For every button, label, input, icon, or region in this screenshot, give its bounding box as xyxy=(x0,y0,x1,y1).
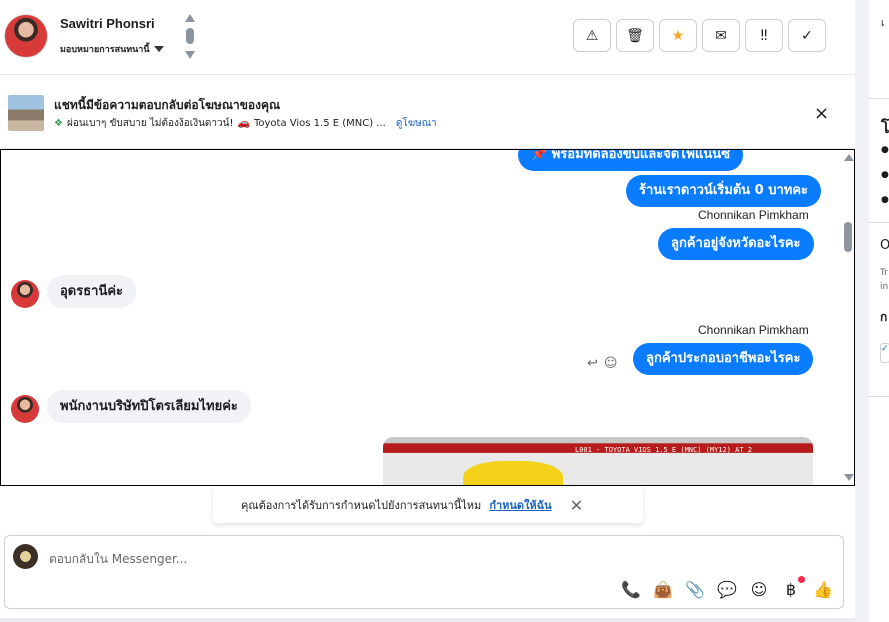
warning-icon: ⚠ xyxy=(585,27,599,44)
location-icon: ● xyxy=(881,195,889,205)
contact-avatar-small[interactable] xyxy=(11,395,39,423)
react-icon[interactable]: ☺ xyxy=(604,356,618,371)
details-label: เ xyxy=(881,18,885,29)
conversation-header: Sawitri Phonsri มอบหมายการสนทนานี้ ⚠ 🗑 ★… xyxy=(0,0,855,75)
bottom-divider xyxy=(0,618,855,622)
ad-thumbnail[interactable] xyxy=(8,95,44,131)
section-heading: ก xyxy=(880,310,888,324)
scroll-handle-icon xyxy=(186,28,194,44)
contact-name[interactable]: Sawitri Phonsri xyxy=(60,16,155,31)
outgoing-message[interactable]: 📌 พร้อมทดลองขับและจัดไฟแนนซ์ xyxy=(518,150,744,171)
assign-label: มอบหมายการสนทนานี้ xyxy=(60,45,150,55)
emoji-icon[interactable]: ☺ xyxy=(749,580,769,599)
outgoing-message[interactable]: ลูกค้าอยู่จังหวัดอะไรคะ xyxy=(658,228,814,260)
section-text: Tr xyxy=(880,268,888,278)
assign-to-me-link[interactable]: กำหนดให้ฉัน xyxy=(489,496,551,514)
next-conversation-icon[interactable] xyxy=(185,51,195,59)
divider xyxy=(869,396,889,397)
car-icon: 🚗 xyxy=(237,118,250,129)
messenger-inbox: Sawitri Phonsri มอบหมายการสนทนานี้ ⚠ 🗑 ★… xyxy=(0,0,889,622)
details-heading: โ xyxy=(881,118,889,137)
payment-icon: ฿ xyxy=(785,580,797,599)
follow-up-button[interactable]: ‼ xyxy=(745,19,783,52)
close-icon[interactable]: ✕ xyxy=(570,496,583,515)
contact-avatar[interactable] xyxy=(4,14,48,58)
notification-dot xyxy=(798,576,805,583)
ad-text-2: Toyota Vios 1.5 E (MNC) ... xyxy=(253,118,386,129)
scroll-up-icon[interactable] xyxy=(844,154,854,161)
conversation-actions: ⚠ 🗑 ★ ✉ ‼ ✓ xyxy=(573,19,826,52)
incoming-message[interactable]: พนักงานบริษัทปิโตรเลียมไทยค่ะ xyxy=(47,390,251,423)
chevron-down-icon xyxy=(153,46,164,52)
shopping-bag-icon[interactable]: 👜 xyxy=(653,580,673,599)
assign-prompt: คุณต้องการได้รับการกำหนดไปยังการสนทนานี้… xyxy=(213,487,643,523)
like-icon[interactable]: 👍 xyxy=(813,580,833,599)
promo-graphic xyxy=(463,461,563,485)
mark-unread-button[interactable]: ✉ xyxy=(702,19,740,52)
trash-icon: 🗑 xyxy=(626,27,644,44)
divider xyxy=(869,222,889,223)
close-icon[interactable]: × xyxy=(814,103,829,124)
ad-text-1: ผ่อนเบาๆ ขับสบาย ไม่ต้องง้อเงินดาวน์! xyxy=(66,118,234,129)
image-caption: L001 - TOYOTA VIOS 1.5 E (MNC) (MY12) AT… xyxy=(575,446,753,454)
ad-banner-subtitle: ❖ ผ่อนเบาๆ ขับสบาย ไม่ต้องง้อเงินดาวน์! … xyxy=(54,116,437,131)
composer-tools: 📞 👜 📎 💬 ☺ ฿ 👍 xyxy=(621,576,833,599)
clock-icon: ● xyxy=(881,145,889,155)
message-composer[interactable]: ตอบกลับใน Messenger... 📞 👜 📎 💬 ☺ ฿ 👍 xyxy=(4,535,844,609)
previous-conversation-icon[interactable] xyxy=(185,14,195,22)
outgoing-message[interactable]: ลูกค้าประกอบอาชีพอะไรคะ xyxy=(633,343,814,375)
scroll-thumb[interactable] xyxy=(844,222,852,252)
envelope-open-icon: ✉ xyxy=(715,27,727,44)
star-icon: ★ xyxy=(671,27,685,44)
section-heading: O xyxy=(880,238,889,253)
mark-done-button[interactable]: ✓ xyxy=(788,19,826,52)
star-button[interactable]: ★ xyxy=(659,19,697,52)
sender-name: Chonnikan Pimkham xyxy=(698,208,809,222)
scroll-down-icon[interactable] xyxy=(844,474,854,481)
section-text: in xyxy=(880,282,889,292)
report-spam-button[interactable]: ⚠ xyxy=(573,19,611,52)
money-icon: ❖ xyxy=(54,118,63,129)
assign-prompt-text: คุณต้องการได้รับการกำหนดไปยังการสนทนานี้… xyxy=(241,499,482,512)
message-thread[interactable]: 📌 พร้อมทดลองขับและจัดไฟแนนซ์ ร้านเราดาวน… xyxy=(0,149,855,486)
incoming-message[interactable]: อุดรธานีค่ะ xyxy=(47,275,137,308)
sender-name: Chonnikan Pimkham xyxy=(698,323,809,337)
delete-button[interactable]: 🗑 xyxy=(616,19,654,52)
check-icon[interactable]: ✓ xyxy=(880,343,889,363)
priority-icon: ‼ xyxy=(760,27,768,44)
view-ad-link[interactable]: ดูโฆษณา xyxy=(396,116,437,131)
outgoing-message[interactable]: ร้านเราดาวน์เริ่มต้น 0 บาทคะ xyxy=(626,175,822,207)
divider xyxy=(869,98,889,99)
location-icon: ● xyxy=(881,170,889,180)
scrollbar[interactable] xyxy=(841,150,854,485)
contact-avatar-small[interactable] xyxy=(11,280,39,308)
ad-banner-title: แชทนี้มีข้อความตอบกลับต่อโฆษณาของคุณ xyxy=(54,98,281,112)
message-actions: ↩ ☺ xyxy=(587,356,617,371)
reply-icon[interactable]: ↩ xyxy=(587,356,598,371)
reply-input[interactable]: ตอบกลับใน Messenger... xyxy=(49,550,187,569)
assign-dropdown[interactable]: มอบหมายการสนทนานี้ xyxy=(60,42,164,56)
saved-reply-icon[interactable]: 💬 xyxy=(717,580,737,599)
payment-button[interactable]: ฿ xyxy=(781,576,805,599)
ad-reply-banner: แชทนี้มีข้อความตอบกลับต่อโฆษณาของคุณ ❖ ผ… xyxy=(0,76,855,149)
check-icon: ✓ xyxy=(801,27,813,44)
image-attachment[interactable]: L001 - TOYOTA VIOS 1.5 E (MNC) (MY12) AT… xyxy=(383,437,813,485)
call-icon[interactable]: 📞 xyxy=(621,580,641,599)
conversation-nav[interactable] xyxy=(185,14,195,60)
attachment-icon[interactable]: 📎 xyxy=(685,580,705,599)
page-avatar xyxy=(13,544,38,569)
